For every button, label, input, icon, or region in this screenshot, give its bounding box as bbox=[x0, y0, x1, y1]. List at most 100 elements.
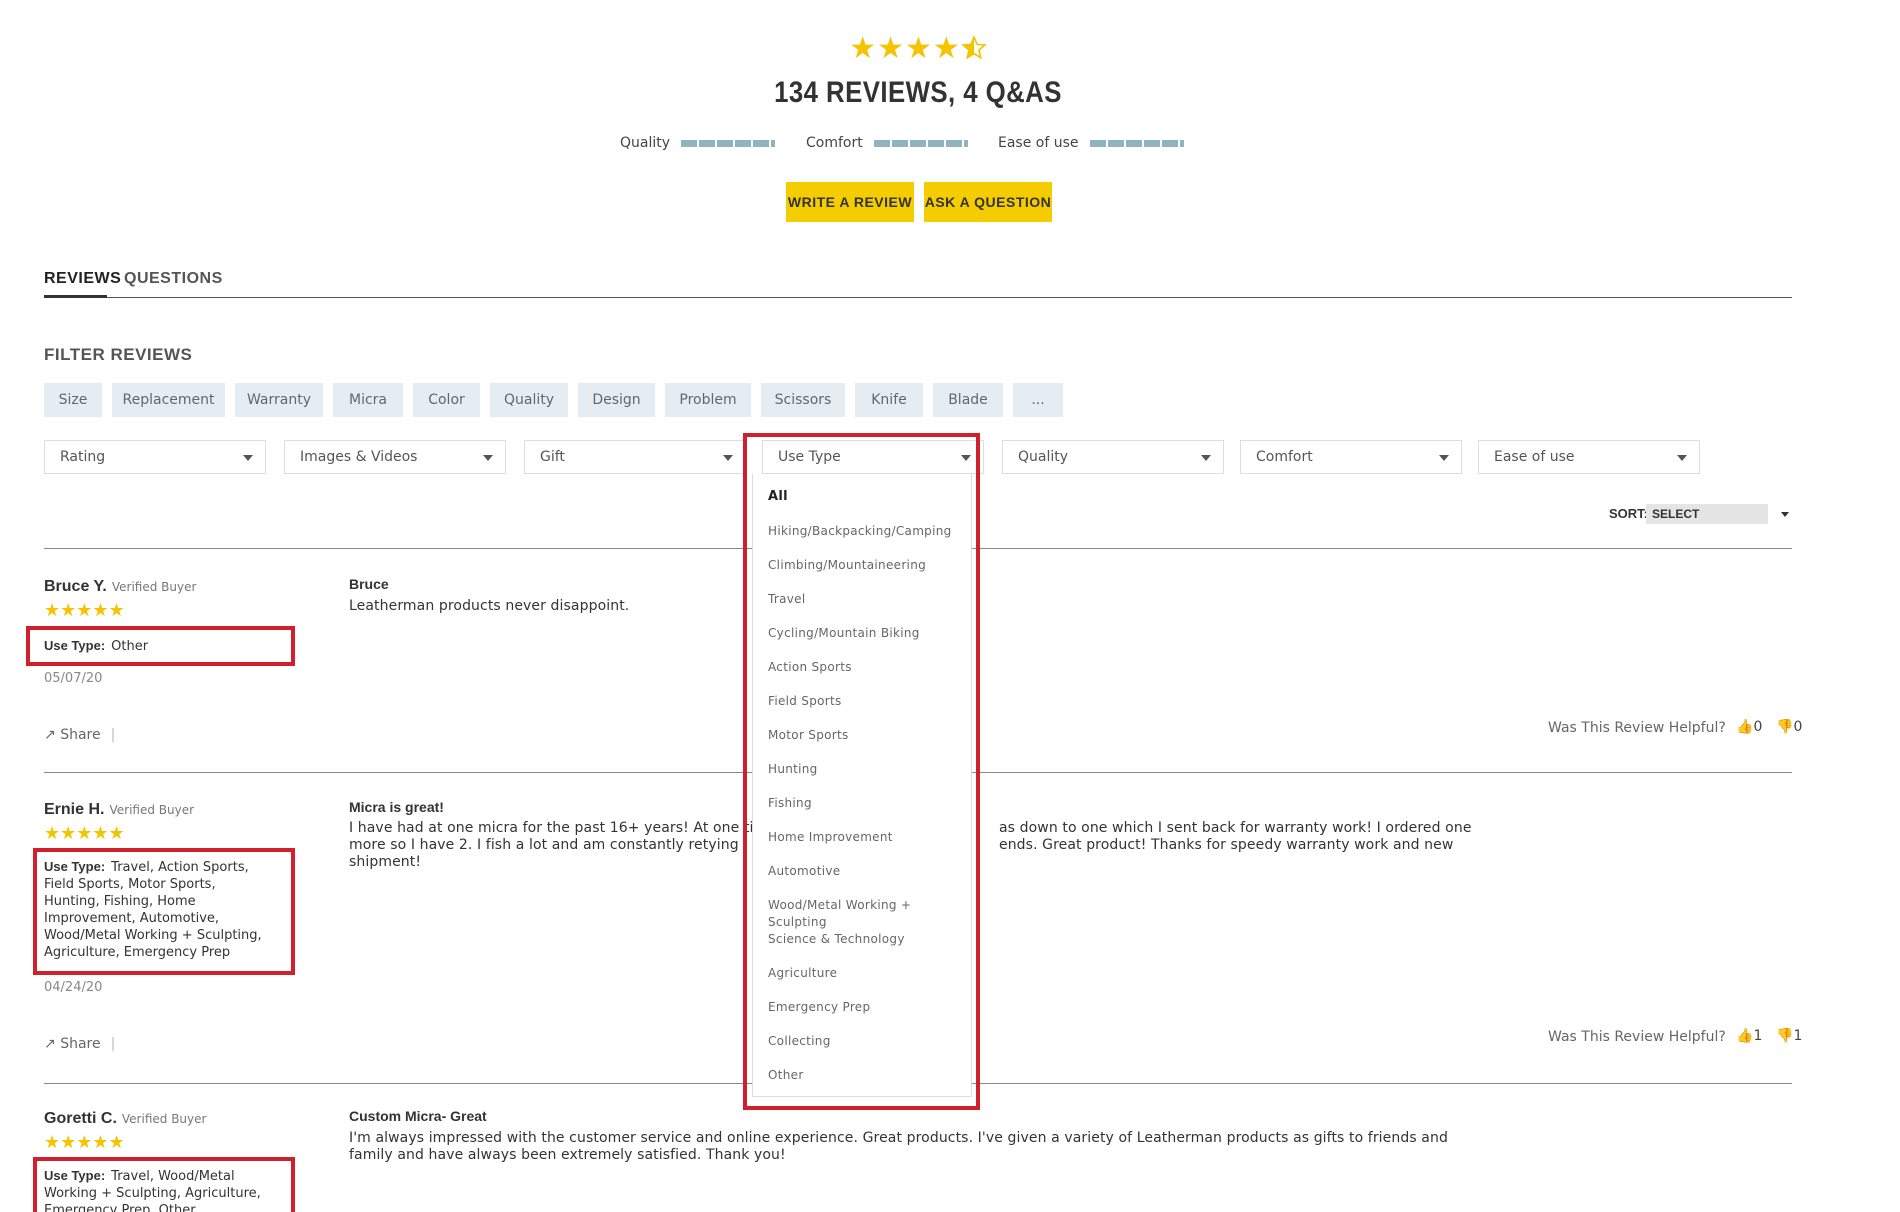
thumbs-up-icon: 👍 bbox=[1736, 719, 1754, 735]
review-body-line: shipment! bbox=[349, 854, 422, 870]
filter-chip-knife[interactable]: Knife bbox=[855, 383, 923, 417]
highlight-box bbox=[743, 433, 980, 1110]
review-stars: ★★★★★ bbox=[44, 1132, 125, 1153]
write-review-button[interactable]: WRITE A REVIEW bbox=[786, 182, 914, 222]
helpful-label: Was This Review Helpful? bbox=[1548, 1029, 1726, 1045]
review-body: Leatherman products never disappoint. bbox=[349, 598, 630, 614]
review-body-line: more so I have 2. I fish a lot and am co… bbox=[349, 837, 739, 853]
rating-select[interactable]: Rating bbox=[44, 440, 266, 474]
reviewer-name-text: Bruce Y. bbox=[44, 578, 107, 595]
share-label: Share bbox=[60, 727, 101, 743]
ease-of-use-select-label: Ease of use bbox=[1494, 449, 1575, 465]
thumbs-up-button[interactable]: 👍1 bbox=[1736, 1028, 1762, 1044]
reviewer-name: Bruce Y. Verified Buyer bbox=[44, 578, 196, 596]
review-body: I'm always impressed with the customer s… bbox=[349, 1130, 1448, 1164]
tab-questions[interactable]: QUESTIONS bbox=[124, 270, 223, 288]
filter-chip-warranty[interactable]: Warranty bbox=[235, 383, 323, 417]
review-body: I have had at one micra for the past 16+… bbox=[349, 820, 753, 871]
separator: | bbox=[110, 1036, 116, 1052]
comfort-select-label: Comfort bbox=[1256, 449, 1313, 465]
reviews-count-title: 134 REVIEWS, 4 Q&AS bbox=[774, 76, 1062, 109]
quality-rating-bar bbox=[681, 140, 775, 147]
gift-select[interactable]: Gift bbox=[524, 440, 746, 474]
quality-bar-label: Quality bbox=[620, 135, 671, 151]
reviewer-name: Goretti C. Verified Buyer bbox=[44, 1110, 206, 1128]
filter-chip-design[interactable]: Design bbox=[578, 383, 655, 417]
helpful-down-count: 1 bbox=[1793, 1028, 1803, 1044]
ease-of-use-bar-label: Ease of use bbox=[998, 135, 1079, 151]
share-button[interactable]: ↗ Share | bbox=[44, 727, 115, 743]
quality-select-label: Quality bbox=[1018, 449, 1069, 465]
chevron-down-icon bbox=[243, 455, 253, 461]
helpful-down-count: 0 bbox=[1793, 719, 1803, 735]
review-body-line: I'm always impressed with the customer s… bbox=[349, 1130, 1448, 1146]
images-videos-select[interactable]: Images & Videos bbox=[284, 440, 506, 474]
separator: | bbox=[110, 727, 116, 743]
helpful-label: Was This Review Helpful? bbox=[1548, 720, 1726, 736]
thumbs-up-button[interactable]: 👍0 bbox=[1736, 719, 1762, 735]
review-body-line: ends. Great product! Thanks for speedy w… bbox=[999, 837, 1454, 853]
thumbs-up-icon: 👍 bbox=[1736, 1028, 1754, 1044]
chevron-down-icon bbox=[1439, 455, 1449, 461]
thumbs-down-button[interactable]: 👎1 bbox=[1776, 1028, 1802, 1044]
reviewer-name-text: Goretti C. bbox=[44, 1110, 117, 1127]
rating-select-label: Rating bbox=[60, 449, 106, 465]
comfort-select[interactable]: Comfort bbox=[1240, 440, 1462, 474]
filter-chip-problem[interactable]: Problem bbox=[665, 383, 751, 417]
filter-chip-scissors[interactable]: Scissors bbox=[761, 383, 845, 417]
filter-chip-quality[interactable]: Quality bbox=[490, 383, 568, 417]
chevron-down-icon bbox=[1677, 455, 1687, 461]
comfort-rating-bar bbox=[874, 140, 968, 147]
quality-select[interactable]: Quality bbox=[1002, 440, 1224, 474]
active-tab-underline bbox=[44, 295, 107, 298]
review-body-continued: as down to one which I sent back for war… bbox=[999, 820, 1472, 854]
review-title: Custom Micra- Great bbox=[349, 1108, 487, 1124]
ease-of-use-rating-bar bbox=[1090, 140, 1184, 147]
helpful-up-count: 0 bbox=[1753, 719, 1763, 735]
sort-select[interactable]: SELECT bbox=[1646, 504, 1768, 524]
highlight-box bbox=[26, 626, 295, 666]
helpful-up-count: 1 bbox=[1753, 1028, 1763, 1044]
highlight-box bbox=[33, 848, 295, 975]
filter-chip-replacement[interactable]: Replacement bbox=[112, 383, 225, 417]
review-stars: ★★★★★ bbox=[44, 600, 125, 621]
half-star-icon bbox=[960, 34, 987, 64]
review-stars: ★★★★★ bbox=[44, 823, 125, 844]
chevron-down-icon bbox=[723, 455, 733, 461]
review-body-line: I have had at one micra for the past 16+… bbox=[349, 820, 754, 836]
verified-buyer-badge: Verified Buyer bbox=[111, 580, 197, 594]
share-button[interactable]: ↗ Share | bbox=[44, 1036, 115, 1052]
sort-label: SORT: bbox=[1609, 506, 1648, 521]
gift-select-label: Gift bbox=[540, 449, 565, 465]
share-icon: ↗ bbox=[44, 727, 56, 743]
verified-buyer-badge: Verified Buyer bbox=[121, 1112, 207, 1126]
review-body-line: family and have always been extremely sa… bbox=[349, 1147, 786, 1163]
chevron-down-icon[interactable] bbox=[1781, 512, 1789, 517]
share-label: Share bbox=[60, 1036, 101, 1052]
ease-of-use-select[interactable]: Ease of use bbox=[1478, 440, 1700, 474]
share-icon: ↗ bbox=[44, 1036, 56, 1052]
highlight-box bbox=[33, 1157, 295, 1212]
thumbs-down-icon: 👎 bbox=[1776, 719, 1794, 735]
thumbs-down-button[interactable]: 👎0 bbox=[1776, 719, 1802, 735]
review-date: 05/07/20 bbox=[44, 671, 103, 686]
verified-buyer-badge: Verified Buyer bbox=[109, 803, 195, 817]
review-title: Micra is great! bbox=[349, 799, 444, 815]
overall-rating-stars: ★★★★ bbox=[0, 34, 1836, 64]
filter-chip-blade[interactable]: Blade bbox=[933, 383, 1003, 417]
tab-reviews[interactable]: REVIEWS bbox=[44, 270, 121, 288]
filter-chip-color[interactable]: Color bbox=[413, 383, 480, 417]
review-title: Bruce bbox=[349, 576, 389, 592]
full-stars: ★★★★ bbox=[849, 31, 961, 66]
filter-chip-micra[interactable]: Micra bbox=[333, 383, 403, 417]
reviewer-name-text: Ernie H. bbox=[44, 801, 105, 818]
ask-question-button[interactable]: ASK A QUESTION bbox=[924, 182, 1052, 222]
reviewer-name: Ernie H. Verified Buyer bbox=[44, 801, 194, 819]
images-videos-select-label: Images & Videos bbox=[300, 449, 418, 465]
filter-chip-size[interactable]: Size bbox=[44, 383, 102, 417]
filter-chip-more[interactable]: ... bbox=[1013, 383, 1063, 417]
filter-reviews-heading: FILTER REVIEWS bbox=[44, 345, 193, 364]
thumbs-down-icon: 👎 bbox=[1776, 1028, 1794, 1044]
tabs-divider bbox=[44, 297, 1792, 298]
review-body-line: as down to one which I sent back for war… bbox=[999, 820, 1472, 836]
